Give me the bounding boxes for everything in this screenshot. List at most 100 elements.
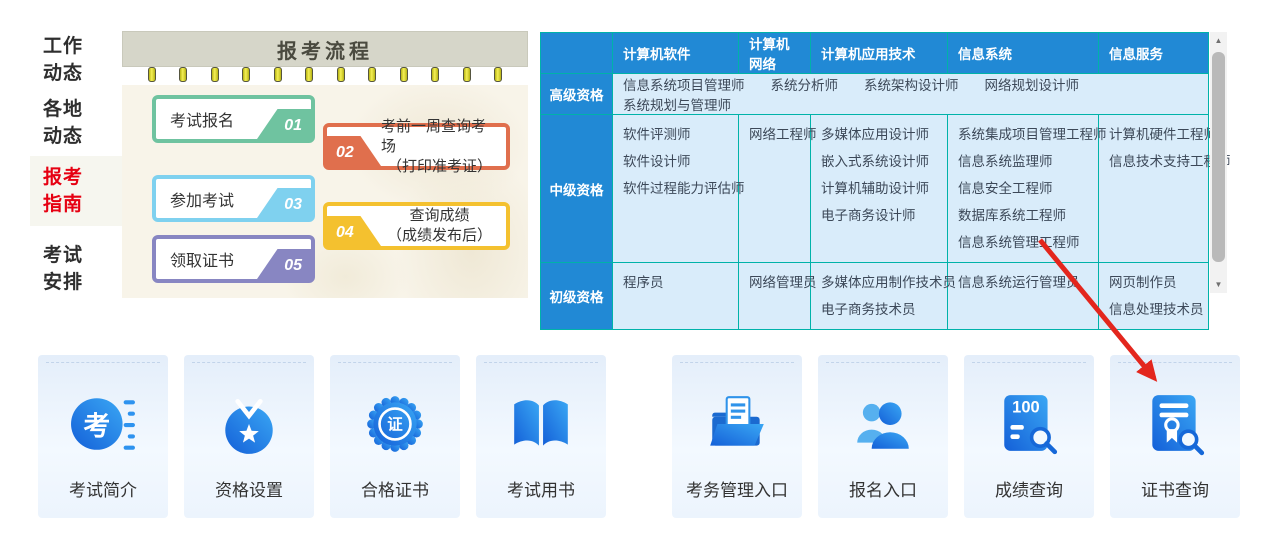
table-column-header: 信息服务 <box>1099 33 1209 74</box>
qualification-table: 计算机软件计算机网络计算机应用技术信息系统信息服务高级资格信息系统项目管理师系统… <box>540 32 1209 330</box>
binder-pin-icon <box>305 67 313 82</box>
table-cell: 信息系统运行管理员 <box>948 263 1099 330</box>
flow-step-number: 02 <box>336 144 354 162</box>
shortcut-label: 报名入口 <box>818 476 948 501</box>
flow-step-number-chip: 03 <box>257 188 311 218</box>
shortcut-card-exam-books[interactable]: 考试用书 <box>476 355 606 518</box>
shortcut-card-exam-intro[interactable]: 考考试简介 <box>38 355 168 518</box>
table-cell: 多媒体应用设计师嵌入式系统设计师计算机辅助设计师电子商务设计师 <box>811 115 948 263</box>
flow-step-01: 考试报名 01 <box>152 95 315 143</box>
table-cell: 网页制作员信息处理技术员 <box>1099 263 1209 330</box>
scroll-up-icon[interactable]: ▲ <box>1210 36 1227 45</box>
qualification-name: 网络规划设计师 <box>985 78 1080 93</box>
shortcut-card-certificate-seal[interactable]: 证合格证书 <box>330 355 460 518</box>
binder-pin-icon <box>211 67 219 82</box>
flow-step-05: 领取证书 05 <box>152 235 315 283</box>
sidebar-item-2[interactable]: 各地动态 <box>43 96 123 150</box>
flow-step-number: 01 <box>284 117 302 135</box>
flow-step-text: 考前一周查询考场（打印准考证） <box>381 127 498 166</box>
shortcut-label: 考务管理入口 <box>672 476 802 501</box>
qualification-name: 软件过程能力评估师 <box>623 175 728 202</box>
scroll-down-icon[interactable]: ▼ <box>1210 280 1227 289</box>
certificate-seal-icon: 证 <box>362 391 428 457</box>
shortcut-icon-wrap: 证 <box>330 389 460 459</box>
sidebar-item-label: 考试 <box>43 242 123 269</box>
flow-step-line: （打印准考证） <box>387 157 492 177</box>
svg-text:100: 100 <box>1012 399 1040 417</box>
page: 工作动态各地动态报考指南考试安排 报考流程 考试报名01考前一周查询考场（打印准… <box>0 0 1269 542</box>
table-scrollbar[interactable]: ▲ ▼ <box>1210 32 1227 293</box>
table-column-header: 计算机应用技术 <box>811 33 948 74</box>
qualification-name: 计算机硬件工程师 <box>1109 121 1198 148</box>
flow-step-text: 查询成绩（成绩发布后） <box>381 206 498 246</box>
qualification-name: 信息处理技术员 <box>1109 296 1198 323</box>
flow-step-number-chip: 05 <box>257 249 311 279</box>
shortcut-card-registration-users[interactable]: 报名入口 <box>818 355 948 518</box>
certificate-search-icon <box>1142 391 1208 457</box>
flow-step-line: （成绩发布后） <box>387 226 492 246</box>
qualification-name: 信息安全工程师 <box>958 175 1088 202</box>
shortcut-card-qualification-medal[interactable]: 资格设置 <box>184 355 314 518</box>
flow-step-number-chip: 04 <box>327 216 381 246</box>
qualification-name: 软件设计师 <box>623 148 728 175</box>
table-column-header: 信息系统 <box>948 33 1099 74</box>
qualification-name: 系统规划与管理师 <box>623 98 731 113</box>
sidebar-item-label: 报考 <box>43 164 122 191</box>
flow-step-line: 考前一周查询考场 <box>381 117 498 157</box>
shortcut-icon-wrap <box>672 389 802 459</box>
binder-pin-icon <box>463 67 471 82</box>
flow-step-03: 参加考试03 <box>152 175 315 222</box>
admin-folder-icon <box>704 391 770 457</box>
shortcut-icon-wrap: 考 <box>38 389 168 459</box>
table-column-header: 计算机网络 <box>739 33 811 74</box>
qualification-name: 数据库系统工程师 <box>958 202 1088 229</box>
qualification-name: 信息技术支持工程师 <box>1109 148 1198 175</box>
shortcut-label: 成绩查询 <box>964 476 1094 501</box>
qualification-name: 信息系统运行管理员 <box>958 269 1088 296</box>
qualification-name: 系统分析师 <box>771 78 839 93</box>
flow-step-line: 领取证书 <box>170 247 234 271</box>
flow-step-line: 考试报名 <box>170 107 234 131</box>
qualification-name: 多媒体应用设计师 <box>821 121 937 148</box>
qualification-name: 系统集成项目管理工程师 <box>958 121 1088 148</box>
binder-pin-icon <box>179 67 187 82</box>
table-column-header: 计算机软件 <box>613 33 739 74</box>
binder-pin-icon <box>337 67 345 82</box>
shortcut-card-admin-folder[interactable]: 考务管理入口 <box>672 355 802 518</box>
score-search-icon: 100 <box>996 391 1062 457</box>
binder-pin-icon <box>148 67 156 82</box>
shortcut-label: 合格证书 <box>330 476 460 501</box>
qualification-name: 系统架构设计师 <box>864 78 959 93</box>
shortcut-card-certificate-search[interactable]: 证书查询 <box>1110 355 1240 518</box>
flow-steps-area: 考试报名 01 考前一周查询考场（打印准考证） 02 参加考试03 查询成绩（成绩发布后）… <box>122 85 528 298</box>
binder-pin-icon <box>368 67 376 82</box>
sidebar-item-4[interactable]: 考试安排 <box>43 242 123 296</box>
binder-pins <box>122 67 528 85</box>
flow-step-number-chip: 02 <box>327 136 381 166</box>
qualification-name: 网络管理员 <box>749 269 800 296</box>
shortcut-card-score-search[interactable]: 100 成绩查询 <box>964 355 1094 518</box>
shortcut-label: 考试简介 <box>38 476 168 501</box>
qualification-name: 嵌入式系统设计师 <box>821 148 937 175</box>
flow-step-number-chip: 01 <box>257 109 311 139</box>
sidebar-item-1[interactable]: 工作动态 <box>43 33 123 87</box>
qualification-name: 信息系统项目管理师 <box>623 78 745 93</box>
qualification-name: 网页制作员 <box>1109 269 1198 296</box>
table-row-header: 高级资格 <box>541 74 613 115</box>
sidebar-item-label: 动态 <box>43 123 123 150</box>
binder-pin-icon <box>274 67 282 82</box>
flow-step-text: 参加考试 <box>170 179 255 218</box>
table-cell: 计算机硬件工程师信息技术支持工程师 <box>1099 115 1209 263</box>
sidebar-item-label: 各地 <box>43 96 123 123</box>
qualification-name: 软件评测师 <box>623 121 728 148</box>
binder-pin-icon <box>242 67 250 82</box>
exam-intro-icon: 考 <box>70 391 136 457</box>
sidebar-item-label: 指南 <box>43 191 122 218</box>
table-cell: 网络管理员 <box>739 263 811 330</box>
scrollbar-thumb[interactable] <box>1212 52 1225 262</box>
table-cell: 多媒体应用制作技术员电子商务技术员 <box>811 263 948 330</box>
qualification-name: 计算机辅助设计师 <box>821 175 937 202</box>
sidebar-item-3[interactable]: 报考指南 <box>30 156 122 226</box>
qualification-name: 信息系统管理工程师 <box>958 229 1088 256</box>
flow-step-text: 领取证书 <box>170 239 255 279</box>
